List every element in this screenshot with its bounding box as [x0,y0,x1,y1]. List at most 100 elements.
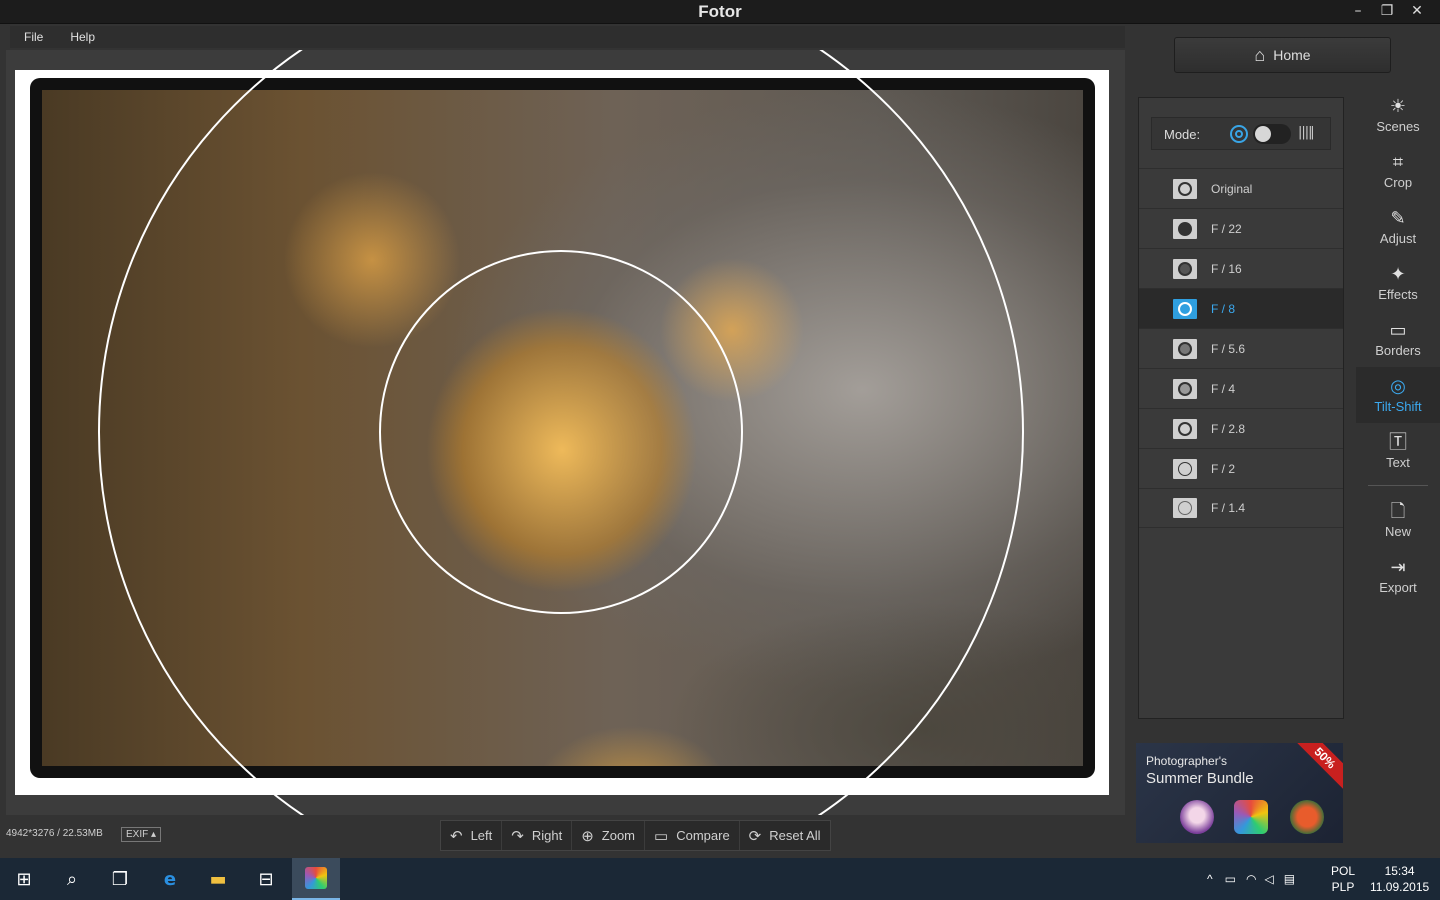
tool-tilt-shift[interactable]: ◎ Tilt-Shift [1356,367,1440,423]
app-title: Fotor [698,2,742,21]
tool-crop[interactable]: ⌗ Crop [1356,143,1440,199]
task-view-button[interactable]: ❐ [96,858,144,900]
aperture-f2-8[interactable]: F / 2.8 [1139,408,1343,448]
aperture-f8[interactable]: F / 8 [1139,288,1343,328]
aperture-f2[interactable]: F / 2 [1139,448,1343,488]
language-indicator[interactable]: POL PLP [1331,858,1355,900]
ad-line1: Photographer's [1146,754,1228,768]
aperture-icon [1173,338,1197,359]
summer-bundle-ad[interactable]: Photographer's Summer Bundle 50% [1136,743,1343,843]
rotate-right-icon: ↷ [511,827,524,845]
radial-mode-icon[interactable] [1230,125,1248,143]
tool-text[interactable]: 🅃 Text [1356,423,1440,479]
aperture-f16[interactable]: F / 16 [1139,248,1343,288]
outer-blur-circle[interactable] [98,50,1024,815]
toggle-knob [1255,126,1271,142]
compare-button[interactable]: ▭ Compare [645,821,740,850]
border-icon: ▭ [1389,320,1407,340]
tool-label: Adjust [1379,231,1417,246]
sun-icon: ☀ [1389,96,1407,116]
search-icon: ⌕ [66,868,78,890]
store-icon: ⊟ [258,868,274,890]
menu-file[interactable]: File [10,26,56,44]
linear-mode-icon[interactable]: |||‖ [1298,125,1315,140]
image-dimensions: 4942*3276 / 22.53MB [6,828,103,839]
aperture-icon [1173,418,1197,439]
bundle-app-icon-2 [1234,800,1268,834]
wifi-icon[interactable]: ◠ [1246,872,1256,886]
home-label: Home [1273,47,1311,63]
aperture-label: Original [1211,181,1253,196]
close-button[interactable]: ✕ [1403,0,1431,22]
zoom-icon: ⊕ [581,827,594,845]
home-icon: ⌂ [1254,44,1266,65]
tools-sidebar: ☀ Scenes ⌗ Crop ✎ Adjust ✦ Effects ▭ Borders … [1356,87,1440,604]
aperture-label: F / 16 [1211,261,1242,276]
restore-button[interactable]: ❐ [1373,0,1401,22]
edge-button[interactable]: e [146,858,194,900]
tool-label: Crop [1383,175,1413,190]
windows-logo-icon: ⊞ [16,868,32,890]
store-button[interactable]: ⊟ [242,858,290,900]
aperture-label: F / 8 [1211,301,1236,316]
zoom-label: Zoom [601,828,636,843]
aperture-label: F / 2 [1211,461,1236,476]
tilt-shift-focus-overlay[interactable] [6,50,1125,815]
start-button[interactable]: ⊞ [0,858,48,900]
aperture-f1-4[interactable]: F / 1.4 [1139,488,1343,528]
edge-icon: e [163,868,177,890]
reset-label: Reset All [769,828,821,843]
volume-icon[interactable]: ◁ [1264,872,1273,886]
fotor-taskbar-button[interactable] [292,858,340,900]
aperture-label: F / 1.4 [1211,501,1246,515]
tool-scenes[interactable]: ☀ Scenes [1356,87,1440,143]
aperture-icon [1173,218,1197,239]
clock-date: 11.09.2015 [1370,880,1430,894]
mode-toggle[interactable] [1253,124,1291,144]
tool-label: Borders [1375,343,1421,358]
image-canvas[interactable] [6,50,1125,815]
tool-borders[interactable]: ▭ Borders [1356,311,1440,367]
tilt-shift-panel: Mode: |||‖ Original F / 22 F / 16 F / 8 [1138,97,1344,719]
no-effect-icon [1173,178,1197,199]
battery-icon[interactable]: ▭ [1225,872,1236,886]
reset-all-button[interactable]: ⟳ Reset All [740,821,830,850]
rotate-left-button[interactable]: ↶ Left [441,821,503,850]
tool-adjust[interactable]: ✎ Adjust [1356,199,1440,255]
explorer-button[interactable]: ▬ [194,858,242,900]
bottom-toolbar: ↶ Left ↷ Right ⊕ Zoom ▭ Compare ⟳ Reset All [440,820,831,851]
tool-label: Effects [1378,287,1418,302]
chevron-up-icon[interactable]: ^ [1207,872,1213,886]
exif-button[interactable]: EXIF ▴ [121,827,162,842]
zoom-button[interactable]: ⊕ Zoom [572,821,646,850]
aperture-icon [1173,378,1197,399]
aperture-icon [1173,458,1197,479]
aperture-f4[interactable]: F / 4 [1139,368,1343,408]
tool-new[interactable]: 🗋 New [1356,492,1440,548]
inner-focus-circle[interactable] [379,250,743,614]
aperture-original[interactable]: Original [1139,168,1343,208]
notification-icon[interactable]: ▤ [1284,872,1295,886]
tilt-shift-icon: ◎ [1390,376,1406,396]
lang-bottom: PLP [1331,880,1355,894]
minimize-button[interactable]: – [1344,0,1372,22]
compare-icon: ▭ [654,827,669,845]
aperture-f5-6[interactable]: F / 5.6 [1139,328,1343,368]
mode-label: Mode: [1164,127,1201,142]
tools-divider [1368,485,1428,486]
discount-badge: 50% [1290,743,1343,793]
system-tray: ^ ▭ ◠ ◁ ▤ [1207,858,1307,900]
aperture-f22[interactable]: F / 22 [1139,208,1343,248]
new-file-icon: 🗋 [1390,501,1406,521]
home-button[interactable]: ⌂ Home [1174,37,1391,73]
search-button[interactable]: ⌕ [48,858,96,900]
aperture-label: F / 22 [1211,221,1242,236]
clock[interactable]: 15:34 11.09.2015 [1370,858,1429,900]
mode-row: Mode: |||‖ [1151,117,1331,150]
tool-export[interactable]: ⇥ Export [1356,548,1440,604]
tool-effects[interactable]: ✦ Effects [1356,255,1440,311]
rotate-right-button[interactable]: ↷ Right [502,821,573,850]
menu-help[interactable]: Help [56,26,108,44]
rotate-left-icon: ↶ [450,827,463,845]
fotor-icon [305,867,327,889]
